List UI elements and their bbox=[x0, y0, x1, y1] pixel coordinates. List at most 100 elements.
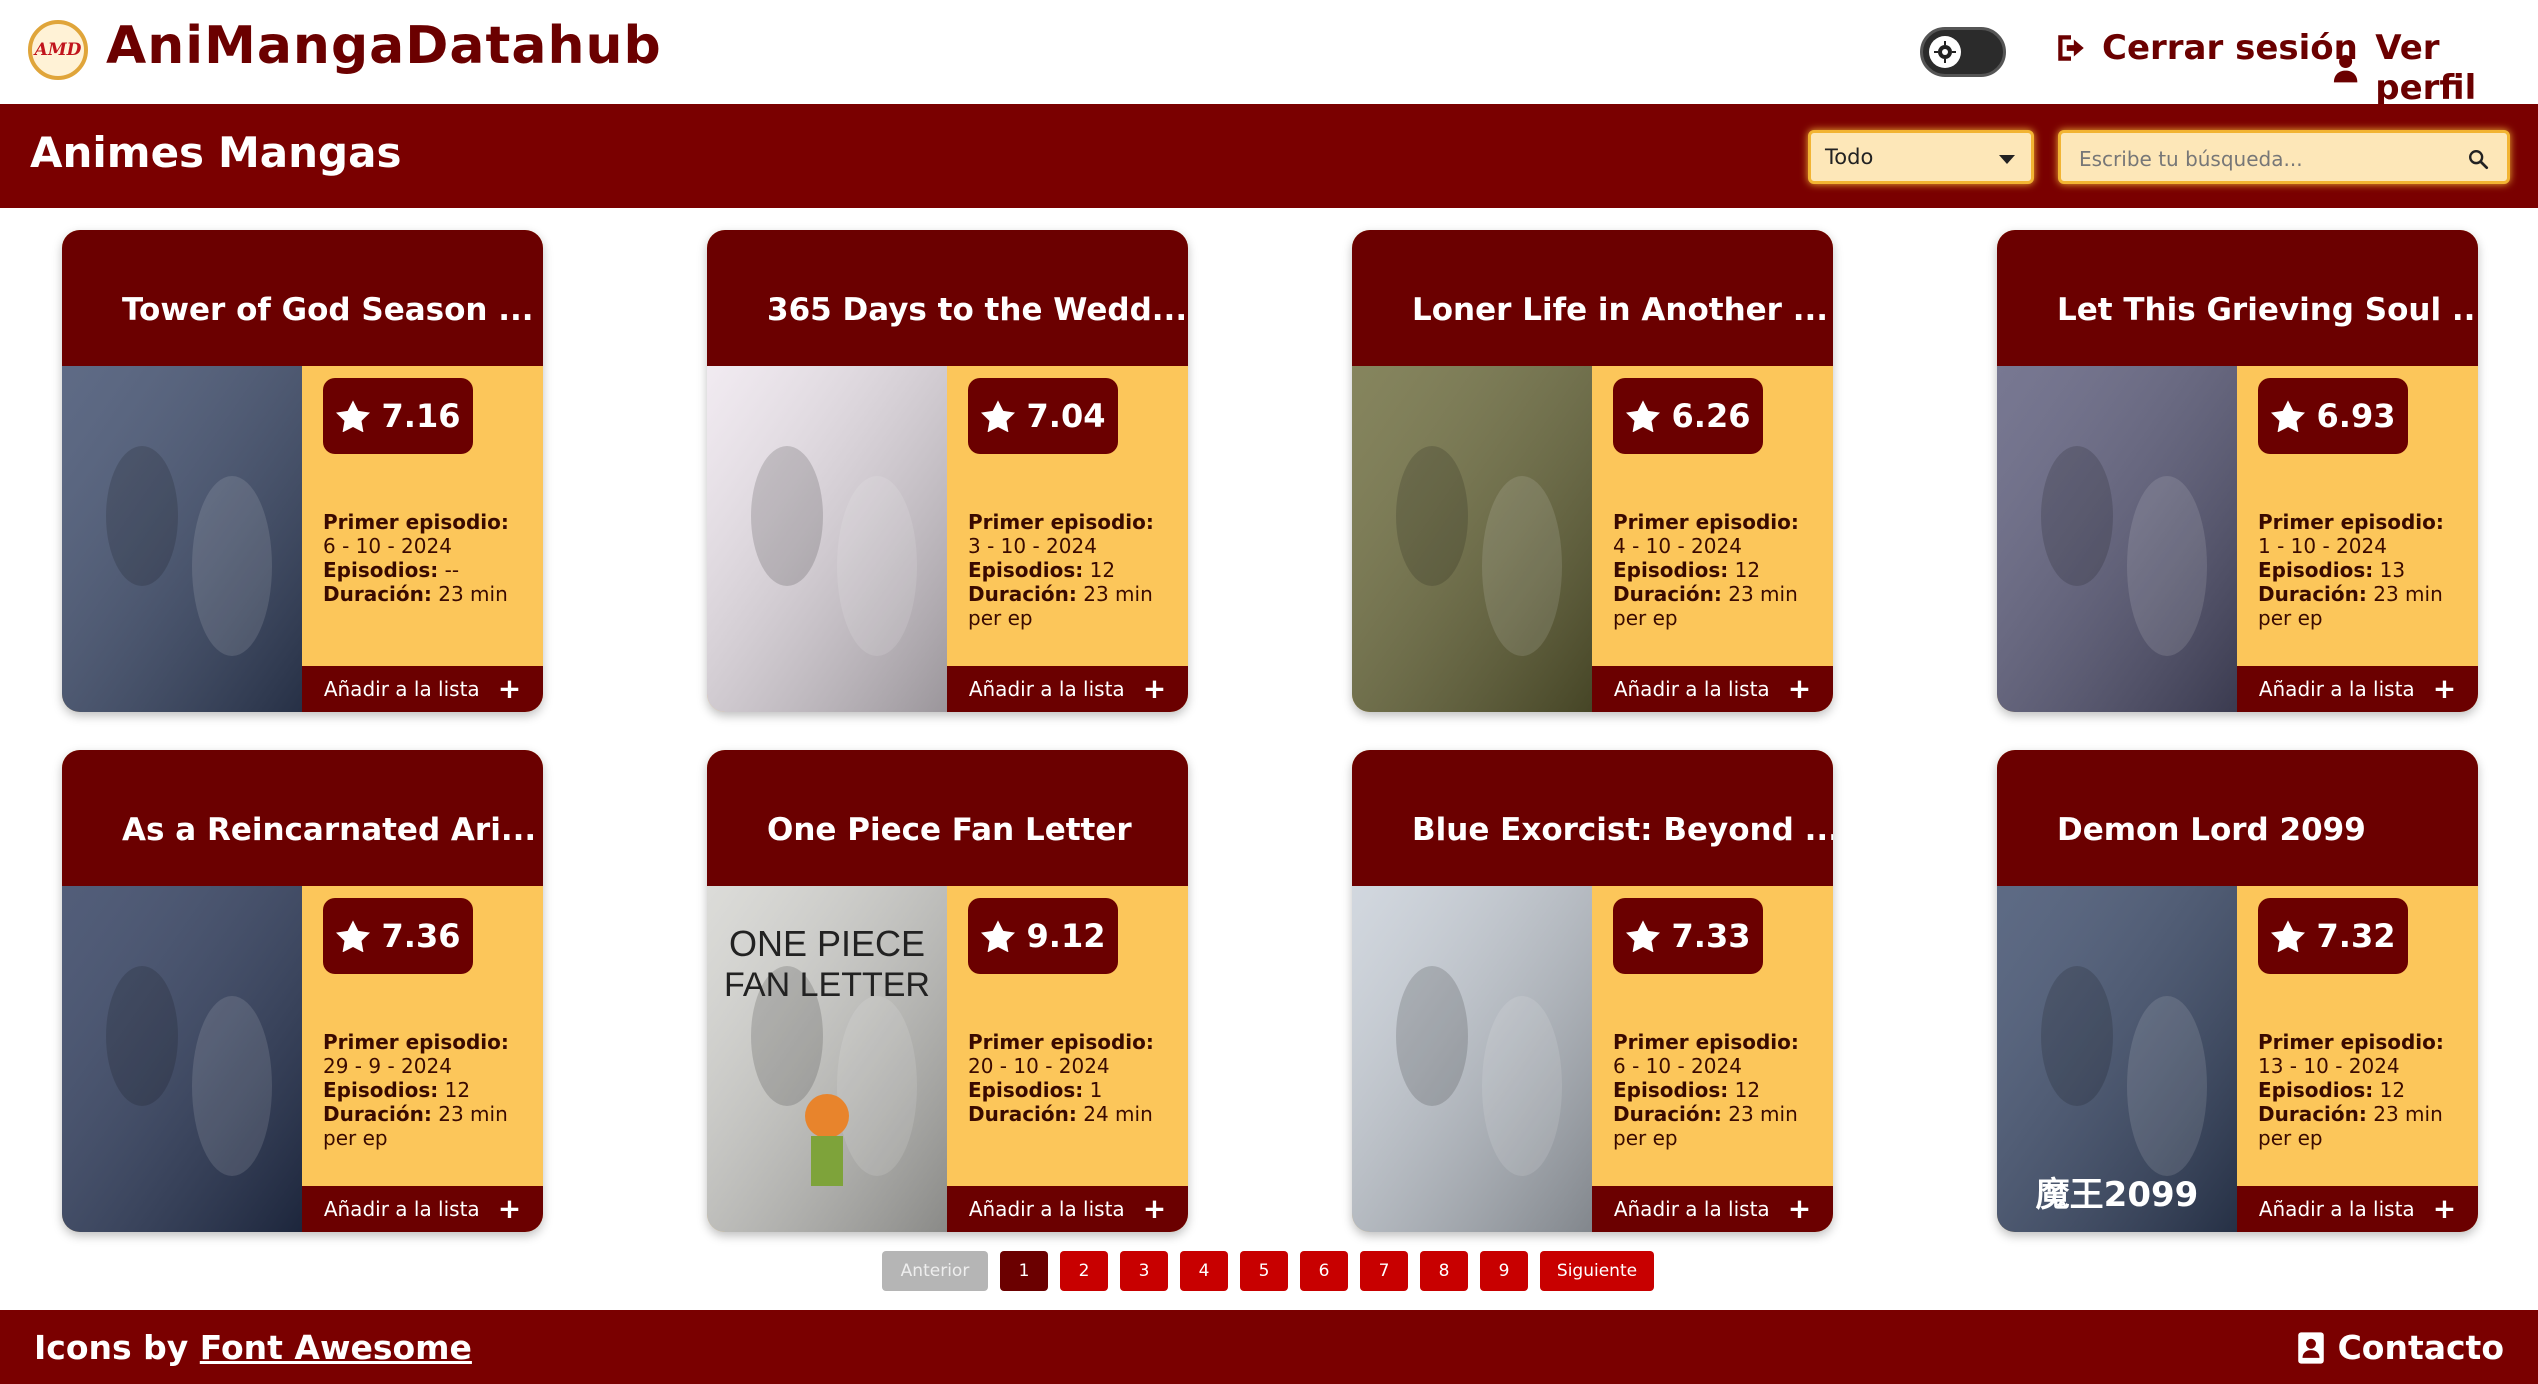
anime-title[interactable]: Loner Life in Another ... bbox=[1412, 292, 1828, 328]
add-to-list-button[interactable]: Añadir a la lista + bbox=[2237, 666, 2478, 712]
anime-title[interactable]: 365 Days to the Wedd... bbox=[767, 292, 1187, 328]
score-badge: 6.26 bbox=[1613, 378, 1763, 454]
anime-title[interactable]: One Piece Fan Letter bbox=[767, 812, 1132, 848]
first-episode-label: Primer episodio: bbox=[2258, 510, 2444, 534]
add-to-list-label: Añadir a la lista bbox=[2258, 677, 2415, 701]
anime-card[interactable]: Blue Exorcist: Beyond ... 7.33 Primer ep… bbox=[1352, 750, 1833, 1232]
profile-link[interactable]: Ver perfil bbox=[2330, 28, 2538, 108]
page-button-3[interactable]: 3 bbox=[1120, 1251, 1168, 1291]
font-awesome-link[interactable]: Font Awesome bbox=[200, 1328, 472, 1367]
anime-poster[interactable] bbox=[1997, 366, 2237, 712]
star-icon bbox=[335, 400, 370, 432]
page-button-6[interactable]: 6 bbox=[1300, 1251, 1348, 1291]
search-input[interactable] bbox=[2079, 145, 2459, 173]
filter-selected-value: Todo bbox=[1825, 145, 1874, 169]
add-to-list-label: Añadir a la lista bbox=[968, 677, 1125, 701]
first-episode-date: 29 - 9 - 2024 bbox=[323, 1054, 452, 1078]
nav-mangas[interactable]: Mangas bbox=[218, 128, 401, 177]
anime-card[interactable]: As a Reincarnated Ari... 7.36 Primer epi… bbox=[62, 750, 543, 1232]
page-button-1[interactable]: 1 bbox=[1000, 1251, 1048, 1291]
add-to-list-button[interactable]: Añadir a la lista + bbox=[1592, 1186, 1833, 1232]
add-to-list-button[interactable]: Añadir a la lista + bbox=[1592, 666, 1833, 712]
anime-card[interactable]: Demon Lord 2099 魔王2099 7.32 Primer episo… bbox=[1997, 750, 2478, 1232]
anime-poster[interactable] bbox=[1352, 886, 1592, 1232]
contact-link[interactable]: Contacto bbox=[2296, 1328, 2504, 1367]
anime-card[interactable]: Let This Grieving Soul ... 6.93 Primer e… bbox=[1997, 230, 2478, 712]
add-to-list-label: Añadir a la lista bbox=[1613, 1197, 1770, 1221]
anime-card[interactable]: Tower of God Season ... 7.16 Primer epis… bbox=[62, 230, 543, 712]
page-button-5[interactable]: 5 bbox=[1240, 1251, 1288, 1291]
first-episode-label: Primer episodio: bbox=[1613, 510, 1799, 534]
add-to-list-label: Añadir a la lista bbox=[2258, 1197, 2415, 1221]
first-episode-label: Primer episodio: bbox=[968, 510, 1154, 534]
brand-title[interactable]: AniMangaDatahub bbox=[106, 16, 662, 76]
anime-title[interactable]: Demon Lord 2099 bbox=[2057, 812, 2366, 848]
anime-poster[interactable] bbox=[707, 366, 947, 712]
next-page-button[interactable]: Siguiente bbox=[1540, 1251, 1654, 1291]
page-button-4[interactable]: 4 bbox=[1180, 1251, 1228, 1291]
first-episode-label: Primer episodio: bbox=[323, 510, 509, 534]
page-button-2[interactable]: 2 bbox=[1060, 1251, 1108, 1291]
filter-select[interactable]: Todo bbox=[1808, 130, 2034, 184]
add-to-list-label: Añadir a la lista bbox=[1613, 677, 1770, 701]
anime-title[interactable]: As a Reincarnated Ari... bbox=[122, 812, 536, 848]
anime-poster[interactable]: ONE PIECE FAN LETTER bbox=[707, 886, 947, 1232]
anime-poster[interactable] bbox=[62, 886, 302, 1232]
nav-animes[interactable]: Animes bbox=[30, 128, 204, 177]
anime-card[interactable]: One Piece Fan Letter ONE PIECE FAN LETTE… bbox=[707, 750, 1188, 1232]
anime-info: Primer episodio: 3 - 10 - 2024 Episodios… bbox=[968, 510, 1178, 630]
first-episode-date: 13 - 10 - 2024 bbox=[2258, 1054, 2400, 1078]
anime-info: Primer episodio: 20 - 10 - 2024 Episodio… bbox=[968, 1030, 1178, 1126]
episodes-row: Episodios: 12 bbox=[2258, 1078, 2406, 1102]
add-to-list-button[interactable]: Añadir a la lista + bbox=[302, 1186, 543, 1232]
episodes-row: Episodios: 12 bbox=[1613, 558, 1761, 582]
episodes-row: Episodios: 1 bbox=[968, 1078, 1103, 1102]
logo-icon[interactable]: AMD bbox=[28, 20, 88, 80]
score-value: 7.33 bbox=[1671, 917, 1751, 955]
theme-toggle[interactable] bbox=[1920, 27, 2006, 77]
search-icon[interactable] bbox=[2467, 148, 2489, 170]
anime-card[interactable]: 365 Days to the Wedd... 7.04 Primer epis… bbox=[707, 230, 1188, 712]
anime-poster[interactable]: 魔王2099 bbox=[1997, 886, 2237, 1232]
logout-link[interactable]: Cerrar sesión bbox=[2054, 28, 2358, 68]
duration-row: Duración: 23 min per ep bbox=[1613, 582, 1798, 630]
page-button-8[interactable]: 8 bbox=[1420, 1251, 1468, 1291]
episodes-row: Episodios: -- bbox=[323, 558, 460, 582]
duration-row: Duración: 23 min per ep bbox=[2258, 1102, 2443, 1150]
prev-page-button[interactable]: Anterior bbox=[882, 1251, 988, 1291]
add-to-list-button[interactable]: Añadir a la lista + bbox=[302, 666, 543, 712]
star-icon bbox=[1625, 920, 1660, 952]
score-badge: 6.93 bbox=[2258, 378, 2408, 454]
plus-icon: + bbox=[497, 672, 522, 705]
gear-icon bbox=[1929, 36, 1961, 68]
anime-info: Primer episodio: 29 - 9 - 2024 Episodios… bbox=[323, 1030, 533, 1150]
first-episode-label: Primer episodio: bbox=[2258, 1030, 2444, 1054]
add-to-list-button[interactable]: Añadir a la lista + bbox=[947, 1186, 1188, 1232]
anime-card[interactable]: Loner Life in Another ... 6.26 Primer ep… bbox=[1352, 230, 1833, 712]
plus-icon: + bbox=[2432, 672, 2457, 705]
add-to-list-button[interactable]: Añadir a la lista + bbox=[947, 666, 1188, 712]
anime-poster[interactable] bbox=[62, 366, 302, 712]
add-to-list-button[interactable]: Añadir a la lista + bbox=[2237, 1186, 2478, 1232]
anime-title[interactable]: Blue Exorcist: Beyond ... bbox=[1412, 812, 1833, 848]
episodes-row: Episodios: 12 bbox=[1613, 1078, 1761, 1102]
duration-row: Duración: 23 min per ep bbox=[323, 1102, 508, 1150]
score-value: 7.36 bbox=[381, 917, 461, 955]
star-icon bbox=[1625, 400, 1660, 432]
page-button-9[interactable]: 9 bbox=[1480, 1251, 1528, 1291]
duration-row: Duración: 23 min per ep bbox=[2258, 582, 2443, 630]
score-badge: 9.12 bbox=[968, 898, 1118, 974]
card-header: Demon Lord 2099 bbox=[1997, 750, 2478, 886]
plus-icon: + bbox=[1787, 1192, 1812, 1225]
user-icon bbox=[2333, 54, 2358, 83]
page-button-7[interactable]: 7 bbox=[1360, 1251, 1408, 1291]
anime-poster[interactable] bbox=[1352, 366, 1592, 712]
anime-title[interactable]: Let This Grieving Soul ... bbox=[2057, 292, 2478, 328]
card-header: Let This Grieving Soul ... bbox=[1997, 230, 2478, 366]
footer: Icons by Font Awesome Contacto bbox=[0, 1310, 2538, 1384]
score-badge: 7.16 bbox=[323, 378, 473, 454]
star-icon bbox=[980, 400, 1015, 432]
star-icon bbox=[335, 920, 370, 952]
first-episode-date: 1 - 10 - 2024 bbox=[2258, 534, 2387, 558]
anime-title[interactable]: Tower of God Season ... bbox=[122, 292, 534, 328]
